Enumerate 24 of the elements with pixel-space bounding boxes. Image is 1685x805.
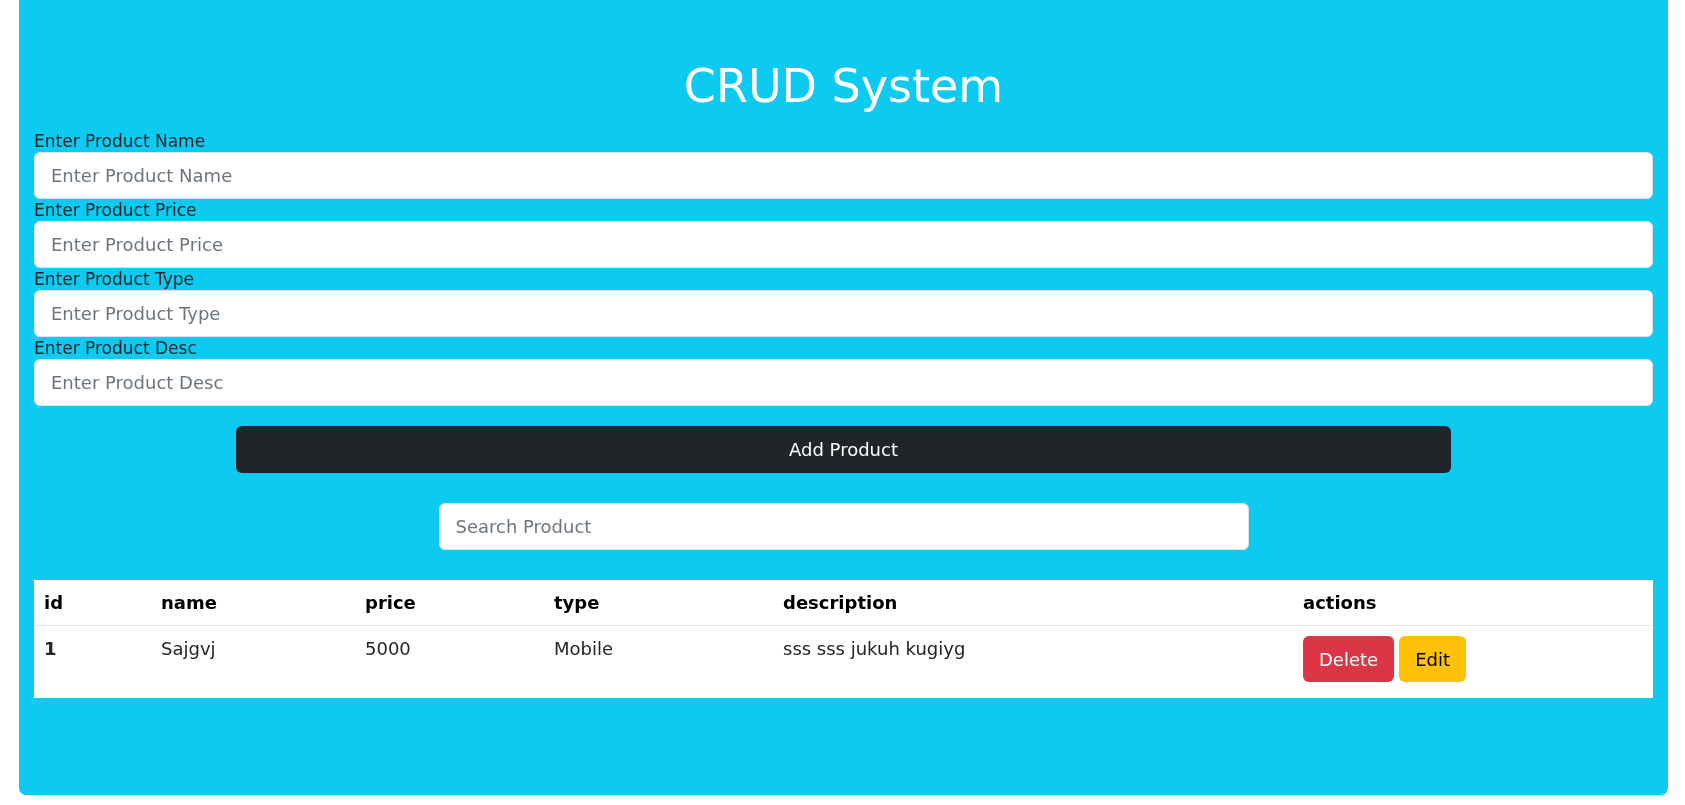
delete-button[interactable]: Delete — [1303, 636, 1395, 682]
input-field[interactable]: Enter Product Name — [34, 152, 1653, 199]
page-title: CRUD System — [682, 58, 1005, 115]
add-button[interactable]: Add Product — [236, 426, 1451, 473]
search-field[interactable]: Search Product — [438, 503, 1249, 550]
input-field[interactable]: Enter Product Type — [34, 290, 1653, 337]
edit-button[interactable]: Edit — [1399, 636, 1466, 682]
table-cell: Mobile — [544, 625, 773, 698]
table-cell: 5000 — [355, 625, 544, 698]
column-header: actions — [1293, 580, 1653, 626]
field-label: Enter Product Price — [34, 199, 198, 221]
input-field[interactable]: Enter Product Desc — [34, 359, 1653, 406]
column-header: price — [355, 580, 544, 626]
field-label: Enter Product Name — [34, 130, 207, 152]
field-label: Enter Product Type — [34, 268, 196, 290]
table-cell: Sajgvj — [151, 625, 355, 698]
column-header: name — [151, 580, 355, 626]
table-cell: 1 — [34, 625, 151, 698]
column-header: description — [773, 580, 1293, 626]
column-header: id — [34, 580, 151, 626]
table-cell: sss sss jukuh kugiyg — [773, 625, 1293, 698]
column-header: type — [544, 580, 773, 626]
field-label: Enter Product Desc — [34, 337, 198, 359]
input-field[interactable]: Enter Product Price — [34, 221, 1653, 268]
